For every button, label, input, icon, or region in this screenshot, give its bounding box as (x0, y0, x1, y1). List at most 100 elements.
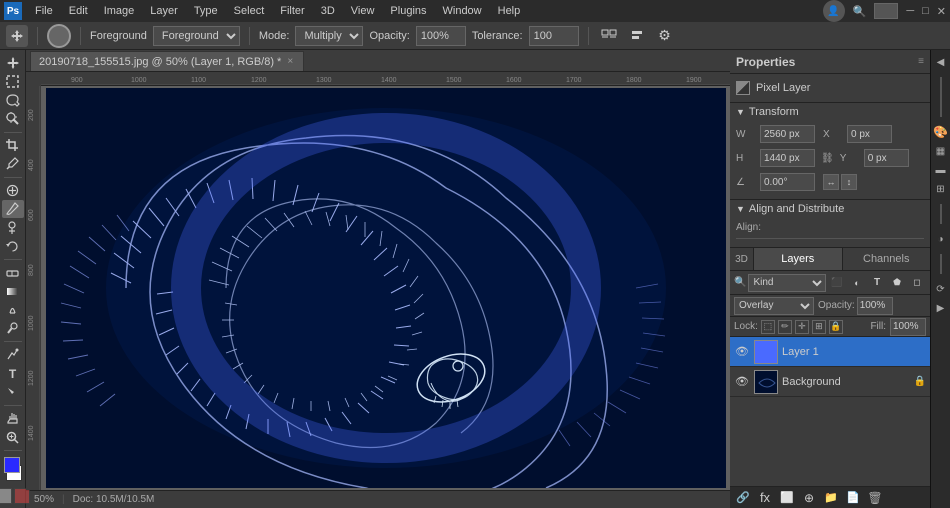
filter-adjust-icon[interactable]: ◐ (848, 274, 866, 292)
background-visibility-toggle[interactable]: 👁 (734, 374, 750, 390)
properties-menu-icon[interactable]: ≡ (918, 56, 924, 67)
3d-tab[interactable]: 3D (730, 248, 754, 270)
filter-pixel-icon[interactable]: ⬛ (828, 274, 846, 292)
menu-select[interactable]: Select (227, 3, 272, 19)
flip-v-icon[interactable]: ↕ (841, 174, 857, 190)
opacity-input[interactable]: 100% (416, 26, 466, 46)
pen-tool[interactable] (2, 346, 24, 364)
w-input[interactable] (760, 125, 815, 143)
fill-value-input[interactable] (890, 318, 926, 336)
brush-preset[interactable] (47, 24, 71, 48)
properties-panel-header[interactable]: Properties ≡ (730, 50, 930, 74)
add-layer-style-icon[interactable]: fx (756, 489, 774, 507)
angle-input[interactable] (760, 173, 815, 191)
menu-3d[interactable]: 3D (314, 3, 342, 19)
quick-mask-btn[interactable] (14, 488, 30, 504)
workspace-icon[interactable] (874, 3, 898, 19)
rectangle-select-tool[interactable] (2, 73, 24, 91)
dodge-tool[interactable] (2, 320, 24, 338)
y-input[interactable] (864, 149, 909, 167)
collapse-icon[interactable]: ◀ (933, 54, 949, 70)
lock-position-icon[interactable]: ✛ (795, 320, 809, 334)
menu-window[interactable]: Window (436, 3, 489, 19)
settings-icon[interactable]: ⚙ (654, 25, 676, 47)
filter-shape-icon[interactable]: ⬟ (888, 274, 906, 292)
filter-kind-select[interactable]: Kind (748, 274, 826, 292)
sample-size-icon[interactable] (598, 25, 620, 47)
lock-brush-icon[interactable]: ✏ (778, 320, 792, 334)
crop-tool[interactable] (2, 136, 24, 154)
menu-help[interactable]: Help (491, 3, 528, 19)
type-tool[interactable]: T (2, 365, 24, 383)
x-input[interactable] (847, 125, 892, 143)
new-adjustment-icon[interactable]: ⊕ (800, 489, 818, 507)
layers-tab[interactable]: Layers (754, 248, 843, 270)
blend-mode-select[interactable]: Overlay Normal Multiply (734, 297, 814, 315)
menu-edit[interactable]: Edit (62, 3, 95, 19)
maximize-icon[interactable]: □ (922, 5, 929, 17)
minimize-icon[interactable]: ─ (906, 5, 914, 17)
transform-header[interactable]: ▼ Transform (730, 103, 930, 121)
adjustments-icon[interactable]: ◑ (933, 231, 949, 247)
h-input[interactable] (760, 149, 815, 167)
canvas-tab[interactable]: 20190718_155515.jpg @ 50% (Layer 1, RGB/… (30, 51, 304, 71)
filter-smart-icon[interactable]: ◻ (908, 274, 926, 292)
canvas-viewport[interactable] (41, 86, 730, 490)
swatches-icon[interactable]: ▦ (933, 143, 949, 159)
eyedropper-tool[interactable] (2, 155, 24, 173)
gradients-icon[interactable]: ▬ (933, 162, 949, 178)
actions-icon[interactable]: ▶ (933, 300, 949, 316)
menu-file[interactable]: File (28, 3, 60, 19)
eraser-tool[interactable] (2, 264, 24, 282)
new-group-icon[interactable]: 📁 (822, 489, 840, 507)
lock-transparent-icon[interactable]: ⬚ (761, 320, 775, 334)
tolerance-input[interactable]: 100 (529, 26, 579, 46)
menu-image[interactable]: Image (97, 3, 142, 19)
hand-tool[interactable] (2, 410, 24, 428)
zoom-tool[interactable] (2, 429, 24, 447)
menu-filter[interactable]: Filter (273, 3, 311, 19)
blur-tool[interactable] (2, 301, 24, 319)
gradient-tool[interactable] (2, 282, 24, 300)
user-icon[interactable]: 👤 (823, 0, 845, 22)
link-layers-icon[interactable]: 🔗 (734, 489, 752, 507)
magic-wand-tool[interactable] (2, 110, 24, 128)
new-layer-icon[interactable]: 📄 (844, 489, 862, 507)
history-icon[interactable]: ⟳ (933, 281, 949, 297)
menu-layer[interactable]: Layer (143, 3, 185, 19)
clone-stamp-tool[interactable] (2, 219, 24, 237)
layer-item-layer1[interactable]: 👁 Layer 1 (730, 337, 930, 367)
menu-type[interactable]: Type (187, 3, 225, 19)
menu-plugins[interactable]: Plugins (383, 3, 433, 19)
standard-mode-btn[interactable] (0, 488, 12, 504)
path-selection-tool[interactable] (2, 383, 24, 401)
color-wheel-icon[interactable]: 🎨 (933, 124, 949, 140)
move-tool-icon[interactable] (6, 25, 28, 47)
align-header[interactable]: ▼ Align and Distribute (730, 200, 930, 218)
align-icon[interactable] (626, 25, 648, 47)
channels-tab[interactable]: Channels (843, 248, 931, 270)
opacity-value-input[interactable] (857, 297, 893, 315)
lasso-tool[interactable] (2, 91, 24, 109)
lock-all-icon[interactable]: 🔒 (829, 320, 843, 334)
delete-layer-icon[interactable]: 🗑 (866, 489, 884, 507)
layer-item-background[interactable]: 👁 Background 🔒 (730, 367, 930, 397)
foreground-color-swatch[interactable] (4, 457, 20, 473)
foreground-select[interactable]: Foreground (153, 26, 240, 46)
layer1-visibility-toggle[interactable]: 👁 (734, 344, 750, 360)
history-brush-tool[interactable] (2, 237, 24, 255)
menu-view[interactable]: View (344, 3, 382, 19)
link-icon[interactable]: ⛓ (821, 153, 834, 164)
add-mask-icon[interactable]: ⬜ (778, 489, 796, 507)
brush-tool[interactable] (2, 200, 24, 218)
flip-h-icon[interactable]: ↔ (823, 174, 839, 190)
lock-artboard-icon[interactable]: ⊞ (812, 320, 826, 334)
mode-select[interactable]: Multiply Normal Overlay (295, 26, 363, 46)
move-tool[interactable] (2, 54, 24, 72)
search-icon[interactable]: 🔍 (853, 5, 867, 18)
filter-type-icon[interactable]: T (868, 274, 886, 292)
spot-heal-tool[interactable] (2, 181, 24, 199)
close-icon[interactable]: ✕ (937, 5, 946, 18)
patterns-icon[interactable]: ⊞ (933, 181, 949, 197)
tab-close-btn[interactable]: × (287, 56, 293, 67)
